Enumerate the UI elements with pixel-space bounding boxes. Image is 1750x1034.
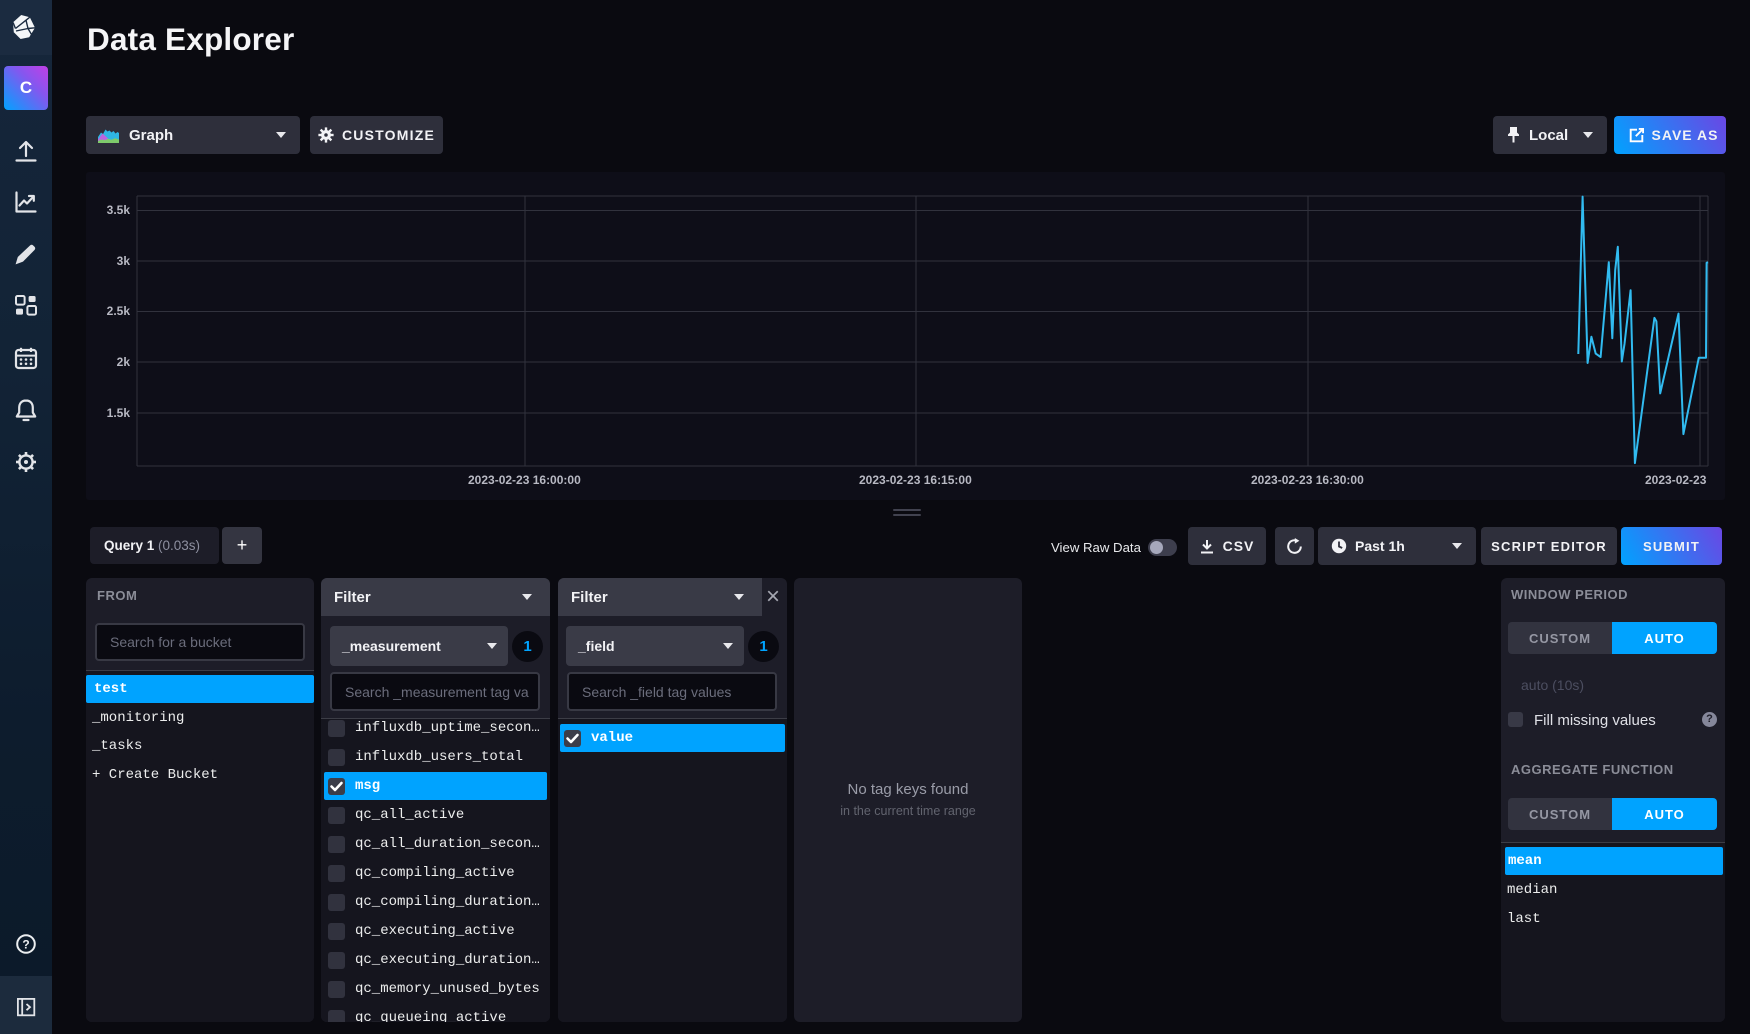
svg-text:?: ? xyxy=(22,937,29,951)
